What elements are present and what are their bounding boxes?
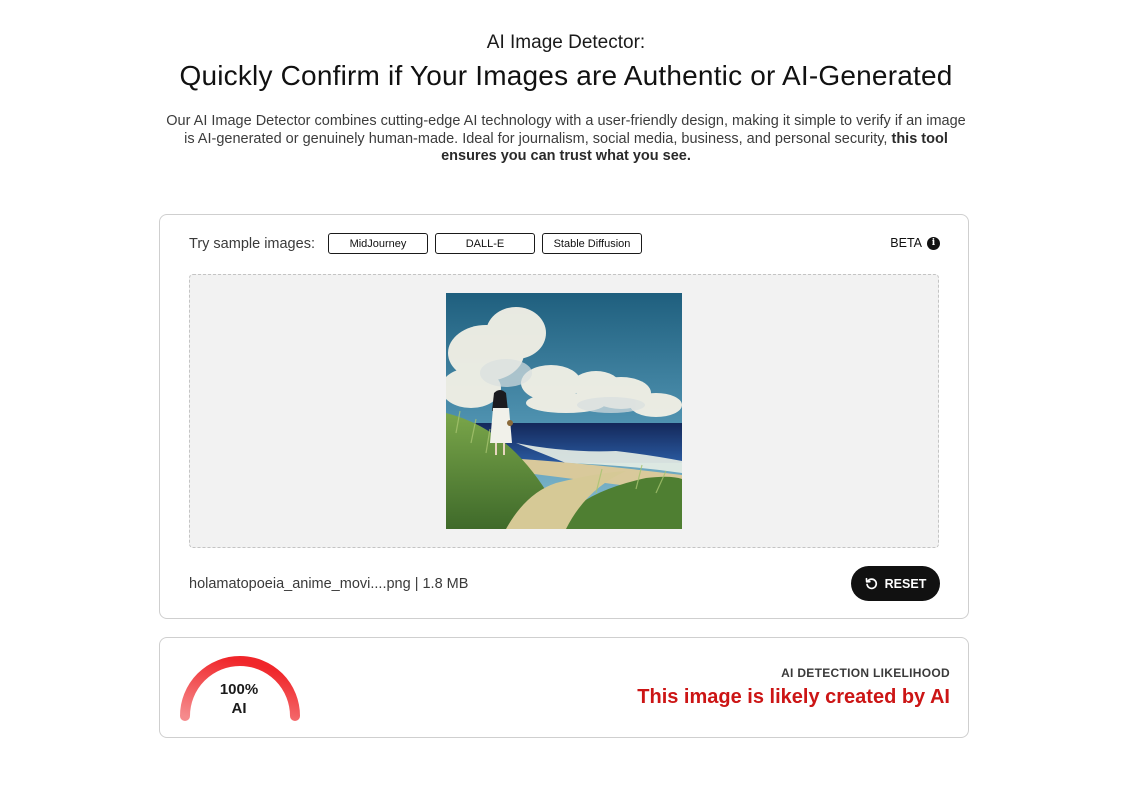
uploaded-image-preview (446, 293, 682, 529)
gauge-value: 100% AI (178, 680, 300, 718)
detector-card: Try sample images: MidJourney DALL-E Sta… (159, 214, 969, 619)
page-title: Quickly Confirm if Your Images are Authe… (179, 60, 953, 91)
detection-verdict: This image is likely created by AI (637, 686, 950, 708)
sample-stable-diffusion-button[interactable]: Stable Diffusion (542, 233, 642, 254)
image-dropzone[interactable] (189, 274, 939, 548)
result-card: 100% AI AI DETECTION LIKELIHOOD This ima… (159, 637, 969, 738)
anime-beach-image (446, 293, 682, 529)
beta-badge: BETA i (890, 236, 940, 250)
intro-text: Our AI Image Detector combines cutting-e… (166, 113, 966, 147)
reset-icon (865, 577, 877, 590)
reset-button[interactable]: RESET (851, 566, 940, 601)
file-info: holamatopoeia_anime_movi....png | 1.8 MB (189, 576, 469, 592)
intro-paragraph: Our AI Image Detector combines cutting-e… (160, 113, 972, 166)
info-icon[interactable]: i (927, 236, 940, 250)
sample-images-label: Try sample images: (189, 236, 315, 252)
sample-midjourney-button[interactable]: MidJourney (328, 233, 428, 254)
gauge-unit: AI (231, 700, 247, 717)
sample-dalle-button[interactable]: DALL-E (435, 233, 535, 254)
gauge-percent: 100% (219, 681, 259, 698)
beta-label: BETA (890, 236, 922, 250)
page-eyebrow: AI Image Detector: (486, 32, 646, 53)
detection-likelihood-label: AI DETECTION LIKELIHOOD (781, 666, 950, 680)
reset-label: RESET (884, 576, 927, 591)
